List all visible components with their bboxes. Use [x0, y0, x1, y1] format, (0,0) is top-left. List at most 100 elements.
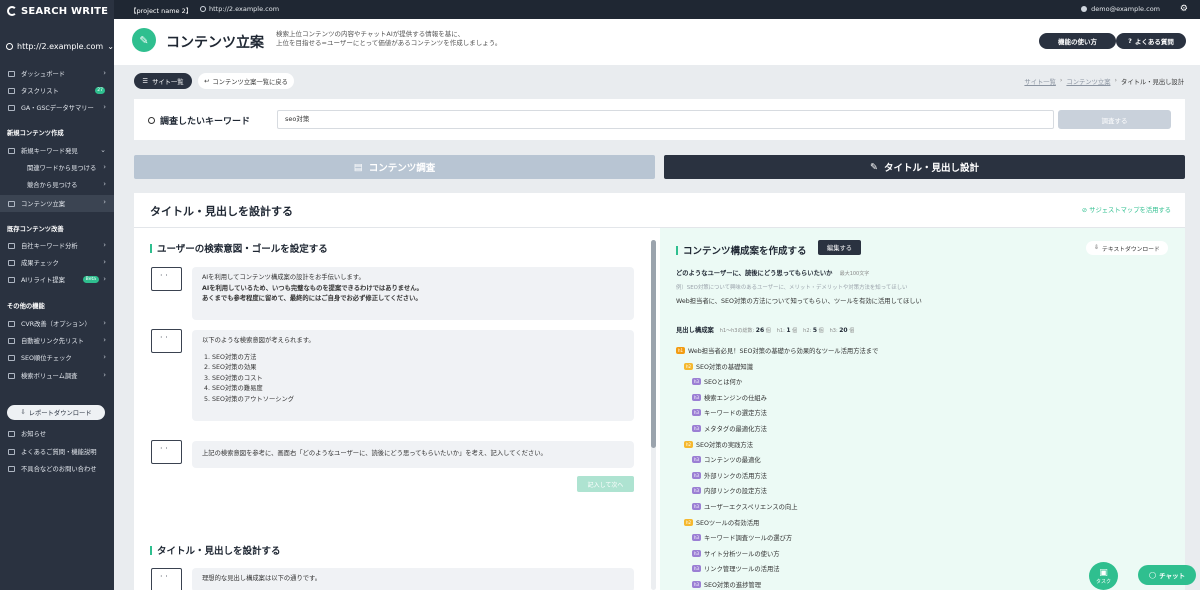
sidebar-item-new-keyword[interactable]: 新規キーワード発見 ⌄: [0, 143, 114, 158]
outline-heading-text: SEO対策の基礎知識: [696, 363, 754, 371]
site-selector-url: http://2.example.com: [17, 42, 104, 51]
sidebar-item-backlinks[interactable]: 自動被リンク先リスト ›: [0, 333, 114, 348]
keyword-input[interactable]: seo対策: [277, 110, 1054, 129]
sidebar-item-faq[interactable]: よくあるご質問・機能説明: [0, 444, 114, 459]
chevron-down-icon: ⌄: [100, 146, 106, 154]
h3-tag-icon: h3: [692, 409, 701, 417]
sidebar-item-contact[interactable]: 不具合などのお問い合わせ: [0, 461, 114, 476]
gear-icon[interactable]: ⚙: [1180, 4, 1188, 14]
scrollbar[interactable]: [651, 240, 656, 590]
chevron-right-icon: ›: [103, 69, 106, 77]
site-url[interactable]: http://2.example.com: [200, 5, 279, 13]
sidebar-item-rank-check[interactable]: SEO順位チェック ›: [0, 350, 114, 365]
user-menu[interactable]: demo@example.com: [1081, 5, 1160, 13]
edit-icon: ✎: [870, 161, 878, 173]
check-icon: [8, 259, 15, 266]
sidebar-item-label: 新規キーワード発見: [21, 148, 78, 155]
chevron-down-icon: ⌄: [107, 42, 114, 51]
scrollbar-thumb[interactable]: [651, 240, 656, 448]
assistant-bot-icon: [151, 440, 182, 464]
assistant-message: AIを利用してコンテンツ構成案の設計をお手伝いします。 AIを利用しているため、…: [192, 267, 634, 320]
description-line: 上位を目指せる=ユーザーにとって価値があるコンテンツを作成しましょう。: [276, 39, 502, 47]
outline-heading-text: SEO対策の進捗管理: [704, 582, 762, 589]
sidebar-item-tasklist[interactable]: タスクリスト 27: [0, 83, 114, 98]
report-download-button[interactable]: ⇩ レポートダウンロード: [7, 405, 105, 420]
assistant-bot-icon: [151, 568, 182, 590]
chat-button[interactable]: ◯ チャット: [1138, 565, 1196, 585]
outline-h3-row: h3 キーワード調査ツールの選び方: [692, 533, 792, 542]
sidebar-item-label: AIリライト提案: [21, 277, 65, 284]
sidebar-item-volume[interactable]: 検索ボリューム調査 ›: [0, 368, 114, 383]
chevron-right-icon: ›: [103, 180, 106, 188]
back-to-list-button[interactable]: ↩ コンテンツ立案一覧に戻る: [198, 73, 294, 89]
research-button[interactable]: 調査する: [1058, 110, 1171, 129]
ai-icon: [8, 276, 15, 283]
how-to-button[interactable]: 機能の使い方: [1039, 33, 1116, 49]
outline-heading-text: SEO対策の実践方法: [696, 441, 754, 449]
sidebar-item-related-words[interactable]: 関連ワードから見つける ›: [0, 160, 114, 175]
chevron-right-icon: ›: [103, 241, 106, 249]
suggest-map-link[interactable]: ⊘ サジェストマップを活用する: [1082, 205, 1171, 214]
task-fab-button[interactable]: ▣ タスク: [1089, 562, 1118, 590]
site-url-text: http://2.example.com: [209, 5, 280, 13]
h3-tag-icon: h3: [692, 471, 701, 479]
link-icon: [8, 337, 15, 344]
page-title: コンテンツ立案: [166, 35, 264, 51]
chevron-right-icon: ›: [103, 353, 106, 361]
chevron-right-icon: ›: [103, 319, 106, 327]
outline-heading-text: サイト分析ツールの使い方: [704, 550, 780, 558]
sidebar-item-ai-rewrite[interactable]: AIリライト提案 Beta ›: [0, 272, 114, 287]
tab-content-research[interactable]: ▤ コンテンツ調査: [134, 155, 655, 179]
sidebar-item-label: GA・GSCデータサマリー: [21, 105, 94, 112]
sidebar-item-label: 関連ワードから見つける: [27, 165, 97, 172]
sidebar-item-news[interactable]: お知らせ: [0, 426, 114, 441]
outline-h3-row: h3 外部リンクの活用方法: [692, 471, 767, 480]
sidebar-item-results-check[interactable]: 成果チェック ›: [0, 255, 114, 270]
keyword-label: 調査したいキーワード: [148, 114, 250, 127]
accent-bar: [676, 245, 678, 255]
tab-title-design[interactable]: ✎ タイトル・見出し設計: [664, 155, 1185, 179]
cvr-icon: [8, 320, 15, 327]
faq-button[interactable]: ? よくある質問: [1116, 33, 1186, 49]
h3-tag-icon: h3: [692, 503, 701, 510]
chevron-right-icon: ›: [103, 275, 106, 283]
section-title-text: タイトル・見出しを設計する: [157, 546, 281, 557]
headings-label: 見出し構成案: [676, 327, 714, 334]
heading-count-h1: h1: 1 個: [776, 327, 798, 334]
chevron-right-icon: ›: [103, 103, 106, 111]
project-name[interactable]: 【project name 2】: [130, 5, 192, 15]
sidebar-item-cvr[interactable]: CVR改善（オプション） ›: [0, 316, 114, 331]
question-icon: [8, 448, 15, 455]
h3-tag-icon: h3: [692, 425, 701, 432]
sidebar-item-label: 自社キーワード分析: [21, 243, 78, 250]
sidebar-item-label: 競合から見つける: [27, 182, 78, 189]
breadcrumb-content-plan[interactable]: コンテンツ立案: [1066, 77, 1110, 86]
heading-count-h3: h3: 20 個: [829, 327, 855, 334]
outline-h3-row: h3 メタタグの最適化方法: [692, 424, 767, 433]
fill-and-next-button[interactable]: 記入して次へ: [577, 476, 634, 492]
site-list-button[interactable]: ☰ サイト一覧: [134, 73, 192, 89]
outline-heading-text: SEOツールの有効活用: [696, 519, 760, 527]
list-icon: ☰: [142, 77, 149, 85]
intent-item: 3. SEO対策のコスト: [204, 374, 263, 382]
logo[interactable]: SEARCH WRITE: [7, 5, 108, 17]
sidebar-item-label: SEO順位チェック: [21, 355, 72, 362]
download-icon: ⇩: [20, 409, 26, 416]
sidebar-item-competitors[interactable]: 競合から見つける ›: [0, 177, 114, 192]
text-download-button[interactable]: ⇩ テキストダウンロード: [1086, 241, 1168, 255]
message-line: AIを利用してコンテンツ構成案の設計をお手伝いします。: [202, 274, 365, 281]
sidebar-item-dashboard[interactable]: ダッシュボード ›: [0, 66, 114, 81]
sidebar-item-content-plan[interactable]: コンテンツ立案 ›: [0, 195, 114, 212]
site-selector[interactable]: http://2.example.com ⌄: [6, 42, 114, 51]
keyword-icon: [8, 242, 15, 249]
chevron-right-icon: ›: [103, 198, 106, 206]
reader-goal-field[interactable]: Web担当者に、SEO対策の方法について知ってもらい、ツールを有効に活用してほし…: [676, 296, 922, 305]
sidebar-item-own-keyword[interactable]: 自社キーワード分析 ›: [0, 238, 114, 253]
breadcrumb-site-list[interactable]: サイト一覧: [1024, 77, 1055, 86]
edit-button[interactable]: 編集する: [818, 240, 861, 255]
sidebar-item-ga-gsc[interactable]: GA・GSCデータサマリー ›: [0, 100, 114, 115]
message-line: AIを利用しているため、いつも完璧なものを提案できるわけではありません。: [202, 284, 423, 292]
section-heading-other: その他の機能: [7, 303, 45, 310]
design-panel: タイトル・見出しを設計する ⊘ サジェストマップを活用する ユーザーの検索意図・…: [134, 193, 1185, 590]
edit-icon: ✎: [132, 28, 156, 52]
